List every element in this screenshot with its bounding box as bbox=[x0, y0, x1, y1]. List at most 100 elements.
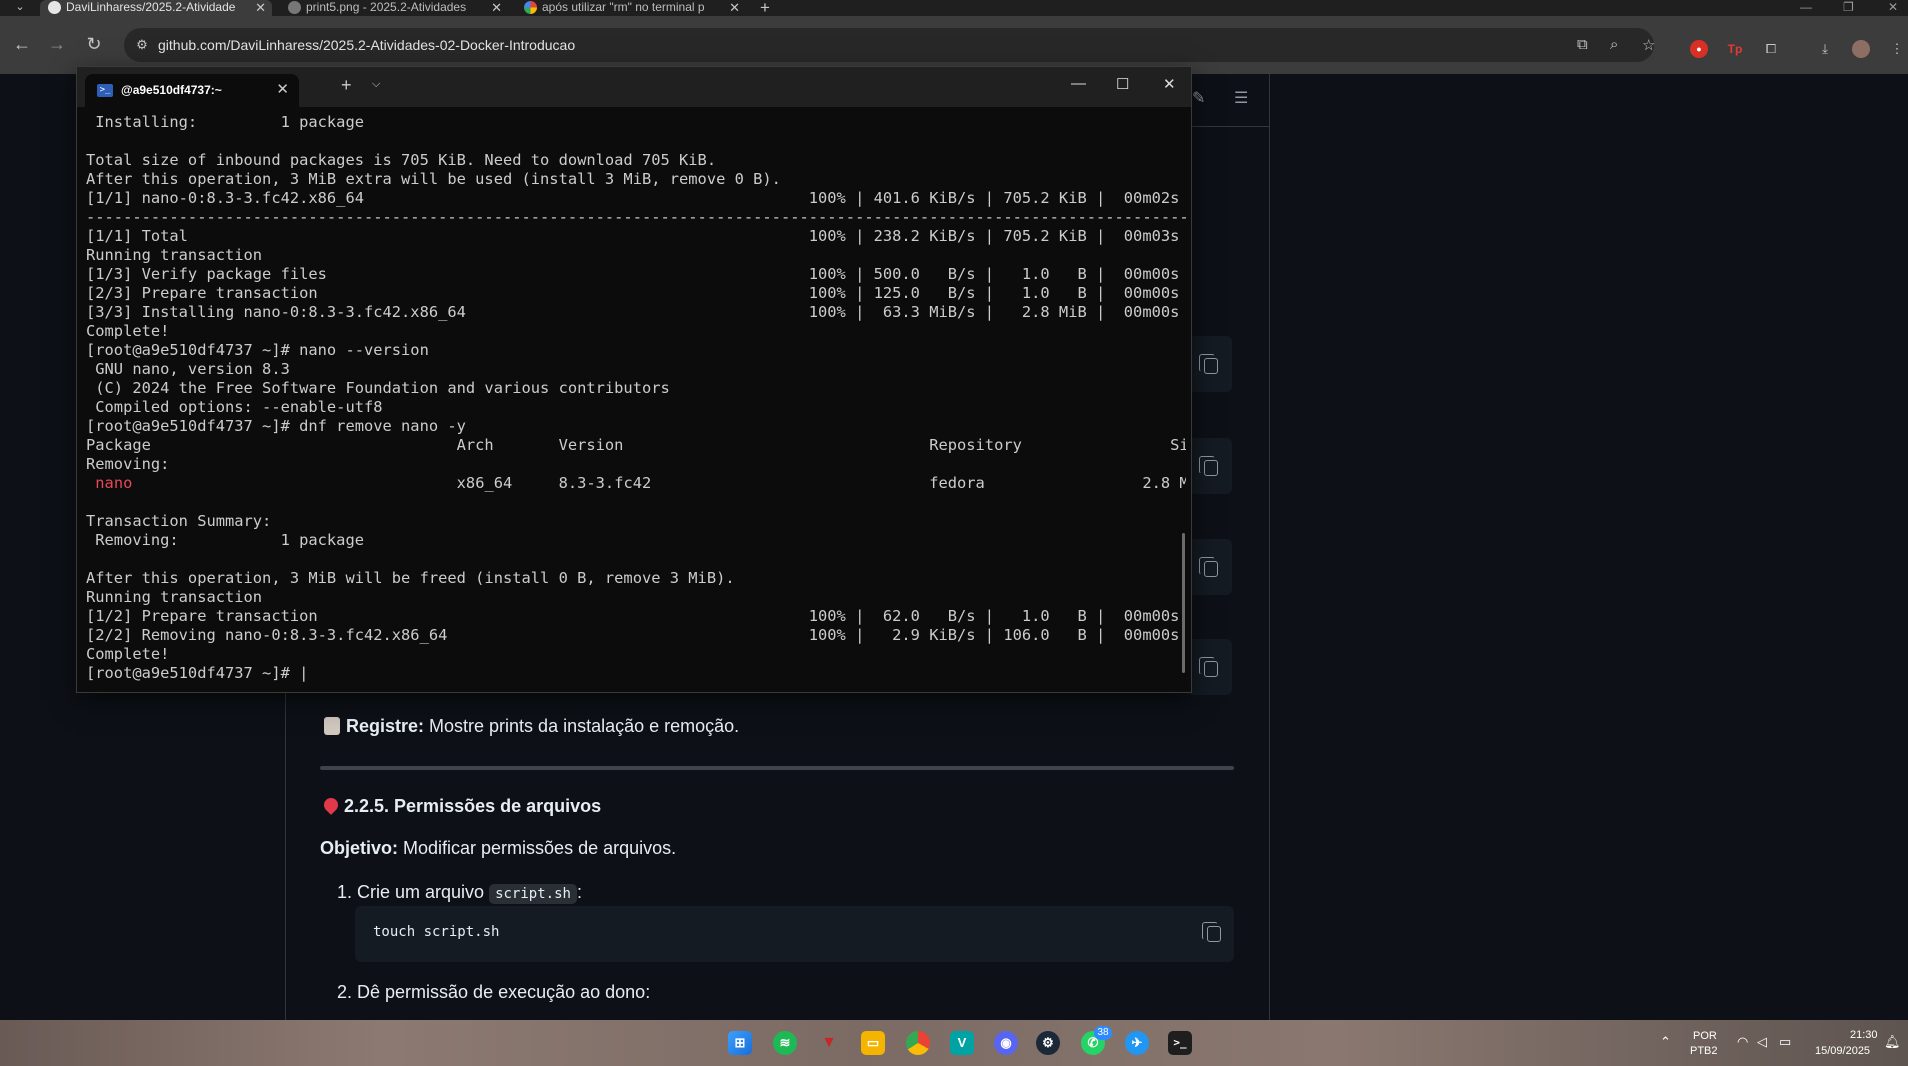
terminal-dropdown-icon[interactable]: ⌵ bbox=[372, 78, 380, 91]
windows-start-icon[interactable]: ⊞ bbox=[728, 1031, 752, 1055]
section-divider bbox=[320, 766, 1234, 770]
outline-list-icon[interactable]: ☰ bbox=[1234, 88, 1248, 108]
code-block-edge bbox=[1190, 539, 1232, 595]
volume-icon[interactable]: ◁ bbox=[1757, 1034, 1767, 1050]
close-window-icon[interactable]: ✕ bbox=[1888, 0, 1898, 14]
zoom-icon[interactable]: ⌕ bbox=[1610, 36, 1618, 53]
url-text[interactable]: github.com/DaviLinharess/2025.2-Atividad… bbox=[158, 37, 575, 53]
terminal-line: [2/2] Removing nano-0:8.3-3.fc42.x86_64 … bbox=[86, 626, 1180, 644]
edit-pencil-icon[interactable]: ✎ bbox=[1192, 88, 1205, 108]
pushpin-icon bbox=[321, 795, 341, 815]
terminal-line: [1/2] Prepare transaction 100% | 62.0 B/… bbox=[86, 607, 1180, 625]
close-terminal-tab-icon[interactable]: ✕ bbox=[276, 80, 289, 98]
removed-package-name: nano bbox=[95, 474, 133, 492]
browser-tab-1[interactable]: DaviLinharess/2025.2-Atividade ✕ bbox=[40, 0, 272, 16]
header-divider bbox=[1190, 126, 1270, 127]
terminal-window[interactable]: >_ @a9e510df4737:~ ✕ + ⌵ — ☐ ✕ Installin… bbox=[76, 66, 1192, 693]
close-tab-icon[interactable]: ✕ bbox=[491, 0, 502, 15]
terminal-scrollbar[interactable] bbox=[1182, 533, 1185, 673]
terminal-line: nano x86_64 8.3-3.fc42 fedora 2.8 MiB bbox=[95, 474, 1186, 492]
download-icon[interactable]: ⤓ bbox=[1816, 40, 1834, 58]
forward-arrow-icon[interactable]: → bbox=[45, 33, 69, 57]
app-bird-icon[interactable]: ✈ bbox=[1125, 1031, 1149, 1055]
chrome-menu-icon[interactable]: ⋮ bbox=[1888, 40, 1906, 58]
windows-taskbar: ⊞ ≋ ▼ ▭ V ◉ ⚙ ✆ 38 ✈ >_ ⌃ POR PTB2 ◠ ◁ ▭… bbox=[0, 1020, 1908, 1066]
adblock-extension-icon[interactable]: ● bbox=[1690, 40, 1708, 58]
browser-tab-3[interactable]: após utilizar "rm" no terminal p ✕ bbox=[516, 0, 746, 16]
new-terminal-tab-button[interactable]: + bbox=[341, 75, 352, 96]
spotify-icon[interactable]: ≋ bbox=[773, 1031, 797, 1055]
browser-tab-2[interactable]: print5.png - 2025.2-Atividades ✕ bbox=[280, 0, 508, 16]
bookmark-star-icon[interactable]: ☆ bbox=[1642, 36, 1655, 54]
objetivo-text: Modificar permissões de arquivos. bbox=[398, 838, 677, 858]
file-explorer-icon[interactable]: ▭ bbox=[861, 1031, 885, 1055]
terminal-line: Removing: 1 package bbox=[86, 531, 364, 549]
address-bar[interactable]: ⚙ github.com/DaviLinharess/2025.2-Ativid… bbox=[124, 28, 1655, 62]
code-block-edge bbox=[1190, 639, 1232, 695]
section-title: 2.2.5. Permissões de arquivos bbox=[344, 796, 602, 816]
tab-search-icon[interactable]: ⌄ bbox=[10, 0, 30, 16]
close-tab-icon[interactable]: ✕ bbox=[729, 0, 740, 15]
terminal-line: Removing: bbox=[86, 455, 170, 473]
keyboard-layout-indicator[interactable]: PTB2 bbox=[1690, 1045, 1718, 1057]
step-1-suffix: : bbox=[576, 882, 582, 902]
github-icon bbox=[288, 1, 301, 14]
close-tab-icon[interactable]: ✕ bbox=[255, 0, 266, 15]
terminal-line: [3/3] Installing nano-0:8.3-3.fc42.x86_6… bbox=[86, 303, 1180, 321]
terminal-line: After this operation, 3 MiB extra will b… bbox=[86, 170, 781, 188]
back-arrow-icon[interactable]: ← bbox=[10, 33, 34, 57]
inline-code: script.sh bbox=[489, 884, 577, 904]
terminal-tab-title: @a9e510df4737:~ bbox=[121, 83, 222, 97]
extension-tp-icon[interactable]: Tp bbox=[1726, 40, 1744, 58]
install-app-icon[interactable]: ⧉ bbox=[1577, 36, 1588, 53]
registre-text: Mostre prints da instalação e remoção. bbox=[424, 716, 740, 736]
wifi-icon[interactable]: ◠ bbox=[1737, 1034, 1748, 1050]
code-block-text[interactable]: touch script.sh bbox=[373, 924, 499, 940]
terminal-line: [1/3] Verify package files 100% | 500.0 … bbox=[86, 265, 1180, 283]
terminal-line: [1/1] nano-0:8.3-3.fc42.x86_64 100% | 40… bbox=[86, 189, 1180, 207]
terminal-close-icon[interactable]: ✕ bbox=[1163, 75, 1176, 93]
powershell-icon: >_ bbox=[97, 84, 113, 97]
terminal-output[interactable]: Installing: 1 package Total size of inbo… bbox=[86, 113, 1186, 688]
google-icon bbox=[524, 1, 537, 14]
terminal-icon[interactable]: >_ bbox=[1168, 1031, 1192, 1055]
profile-avatar[interactable] bbox=[1852, 40, 1870, 58]
terminal-line: Package Arch Version Repository Size bbox=[86, 436, 1186, 454]
site-info-icon[interactable]: ⚙ bbox=[132, 35, 152, 55]
copy-icon[interactable] bbox=[1199, 557, 1218, 577]
code-block-edge bbox=[1190, 336, 1232, 392]
restore-window-icon[interactable]: ❐ bbox=[1843, 0, 1854, 14]
terminal-tab[interactable]: >_ @a9e510df4737:~ ✕ bbox=[85, 74, 299, 107]
terminal-cursor: | bbox=[299, 664, 309, 682]
terminal-line: Complete! bbox=[86, 645, 170, 663]
notification-bell-icon[interactable]: 🔔︎ bbox=[1884, 1034, 1901, 1050]
reload-icon[interactable]: ↻ bbox=[82, 33, 106, 57]
copy-icon[interactable] bbox=[1199, 657, 1218, 677]
minimize-window-icon[interactable]: — bbox=[1800, 0, 1812, 14]
copy-icon[interactable] bbox=[1199, 354, 1218, 374]
language-indicator[interactable]: POR bbox=[1693, 1030, 1717, 1042]
extensions-puzzle-icon[interactable]: ⧠ bbox=[1762, 40, 1780, 58]
discord-icon[interactable]: ◉ bbox=[994, 1031, 1018, 1055]
clock-date[interactable]: 15/09/2025 bbox=[1815, 1045, 1870, 1057]
terminal-line: [1/1] Total 100% | 238.2 KiB/s | 705.2 K… bbox=[86, 227, 1180, 245]
chrome-icon[interactable] bbox=[906, 1031, 930, 1055]
app-icon[interactable]: ▼ bbox=[817, 1031, 841, 1055]
terminal-maximize-icon[interactable]: ☐ bbox=[1116, 75, 1129, 93]
browser-tab-label: print5.png - 2025.2-Atividades bbox=[306, 0, 467, 14]
copy-icon[interactable] bbox=[1199, 456, 1218, 476]
terminal-minimize-icon[interactable]: — bbox=[1071, 75, 1086, 92]
terminal-line: After this operation, 3 MiB will be free… bbox=[86, 569, 735, 587]
terminal-line: Running transaction bbox=[86, 246, 263, 264]
browser-tabstrip: ⌄ DaviLinharess/2025.2-Atividade ✕ print… bbox=[0, 0, 1908, 17]
terminal-line: [2/3] Prepare transaction 100% | 125.0 B… bbox=[86, 284, 1180, 302]
clock-time[interactable]: 21:30 bbox=[1850, 1029, 1878, 1041]
whatsapp-badge: 38 bbox=[1094, 1026, 1112, 1040]
code-block-edge bbox=[1190, 438, 1232, 494]
steam-icon[interactable]: ⚙ bbox=[1036, 1031, 1060, 1055]
copy-icon[interactable] bbox=[1202, 922, 1221, 942]
tray-overflow-icon[interactable]: ⌃ bbox=[1660, 1034, 1671, 1050]
battery-icon[interactable]: ▭ bbox=[1779, 1034, 1791, 1050]
section-heading: 2.2.5. Permissões de arquivos bbox=[321, 795, 602, 817]
app-v-icon[interactable]: V bbox=[950, 1031, 974, 1055]
